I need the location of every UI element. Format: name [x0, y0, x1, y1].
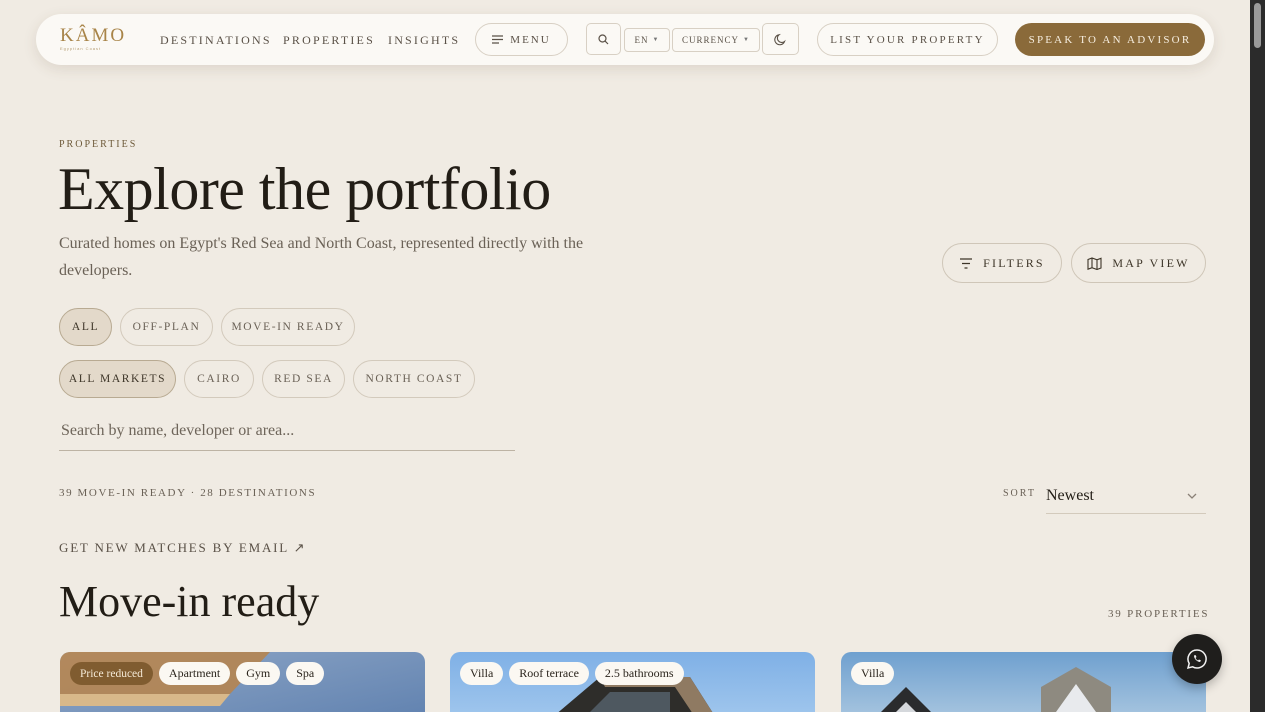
page-title: Explore the portfolio: [58, 156, 551, 222]
chip-market-red-sea[interactable]: RED SEA: [262, 360, 345, 398]
page-subtitle: Curated homes on Egypt's Red Sea and Nor…: [59, 235, 584, 279]
property-card[interactable]: Villa Roof terrace 2.5 bathrooms: [450, 652, 815, 712]
filters-label: FILTERS: [983, 255, 1045, 270]
hamburger-icon: [492, 35, 504, 44]
caret-down-icon: ▼: [743, 37, 750, 43]
menu-label: MENU: [510, 33, 551, 46]
language-select[interactable]: EN ▼: [624, 28, 670, 52]
search-input[interactable]: [59, 412, 515, 451]
tag: Gym: [236, 662, 281, 685]
currency-label: CURRENCY: [682, 35, 740, 45]
logo[interactable]: KÂMO Egyptian Coast: [60, 26, 126, 51]
map-view-label: MAP VIEW: [1112, 255, 1190, 270]
nav-link-destinations[interactable]: DESTINATIONS: [160, 33, 272, 48]
map-view-button[interactable]: MAP VIEW: [1071, 243, 1206, 283]
chip-status-off-plan[interactable]: OFF-PLAN: [120, 308, 213, 346]
chip-status-all[interactable]: ALL: [59, 308, 112, 346]
list-property-button[interactable]: LIST YOUR PROPERTY: [817, 23, 998, 56]
chip-status-move-in-ready[interactable]: MOVE-IN READY: [221, 308, 355, 346]
section-title: Move-in ready: [59, 577, 320, 626]
chip-market-cairo[interactable]: CAIRO: [184, 360, 254, 398]
language-label: EN: [634, 35, 649, 45]
logo-wordmark: KÂMO: [60, 25, 127, 46]
caret-down-icon: ▼: [652, 37, 660, 43]
sort-label: SORT: [1003, 488, 1036, 499]
sort-select[interactable]: Newest: [1046, 478, 1206, 514]
property-image: [841, 652, 1206, 712]
chevron-down-icon: [1187, 493, 1197, 499]
property-card[interactable]: Price reduced Apartment Gym Spa: [60, 652, 425, 712]
map-icon: [1087, 256, 1102, 270]
tag: Villa: [851, 662, 895, 685]
currency-select[interactable]: CURRENCY ▼: [672, 28, 760, 52]
property-card[interactable]: Villa: [841, 652, 1206, 712]
tag: 2.5 bathrooms: [594, 662, 684, 685]
results-meta: 39 MOVE-IN READY · 28 DESTINATIONS: [59, 487, 317, 499]
chip-market-all[interactable]: ALL MARKETS: [59, 360, 176, 398]
search-button[interactable]: [586, 23, 621, 55]
tag: Villa: [460, 662, 504, 685]
filters-button[interactable]: FILTERS: [942, 243, 1062, 283]
nav-link-properties[interactable]: PROPERTIES: [283, 33, 375, 48]
speak-to-advisor-button[interactable]: SPEAK TO AN ADVISOR: [1015, 23, 1205, 56]
tag: Spa: [286, 662, 325, 685]
whatsapp-icon: [1186, 649, 1207, 670]
logo-tagline: Egyptian Coast: [60, 46, 102, 51]
tag: Roof terrace: [509, 662, 589, 685]
scrollbar-thumb[interactable]: [1254, 3, 1261, 48]
email-alerts-link[interactable]: GET NEW MATCHES BY EMAIL ↗: [59, 540, 306, 556]
filter-icon: [960, 257, 973, 269]
tag-price-reduced: Price reduced: [70, 662, 153, 685]
top-nav: KÂMO Egyptian Coast DESTINATIONS PROPERT…: [36, 14, 1214, 65]
nav-link-insights[interactable]: INSIGHTS: [388, 33, 460, 48]
sort-value: Newest: [1046, 486, 1094, 504]
property-count: 39 PROPERTIES: [1108, 608, 1210, 620]
whatsapp-button[interactable]: [1172, 634, 1222, 684]
scrollbar[interactable]: [1250, 0, 1265, 712]
moon-icon: [774, 33, 786, 45]
theme-toggle[interactable]: [762, 23, 799, 55]
page-eyebrow: PROPERTIES: [59, 139, 138, 150]
menu-button[interactable]: MENU: [475, 23, 568, 56]
chip-market-north-coast[interactable]: NORTH COAST: [353, 360, 475, 398]
tag: Apartment: [158, 662, 231, 685]
search-icon: [598, 33, 609, 44]
